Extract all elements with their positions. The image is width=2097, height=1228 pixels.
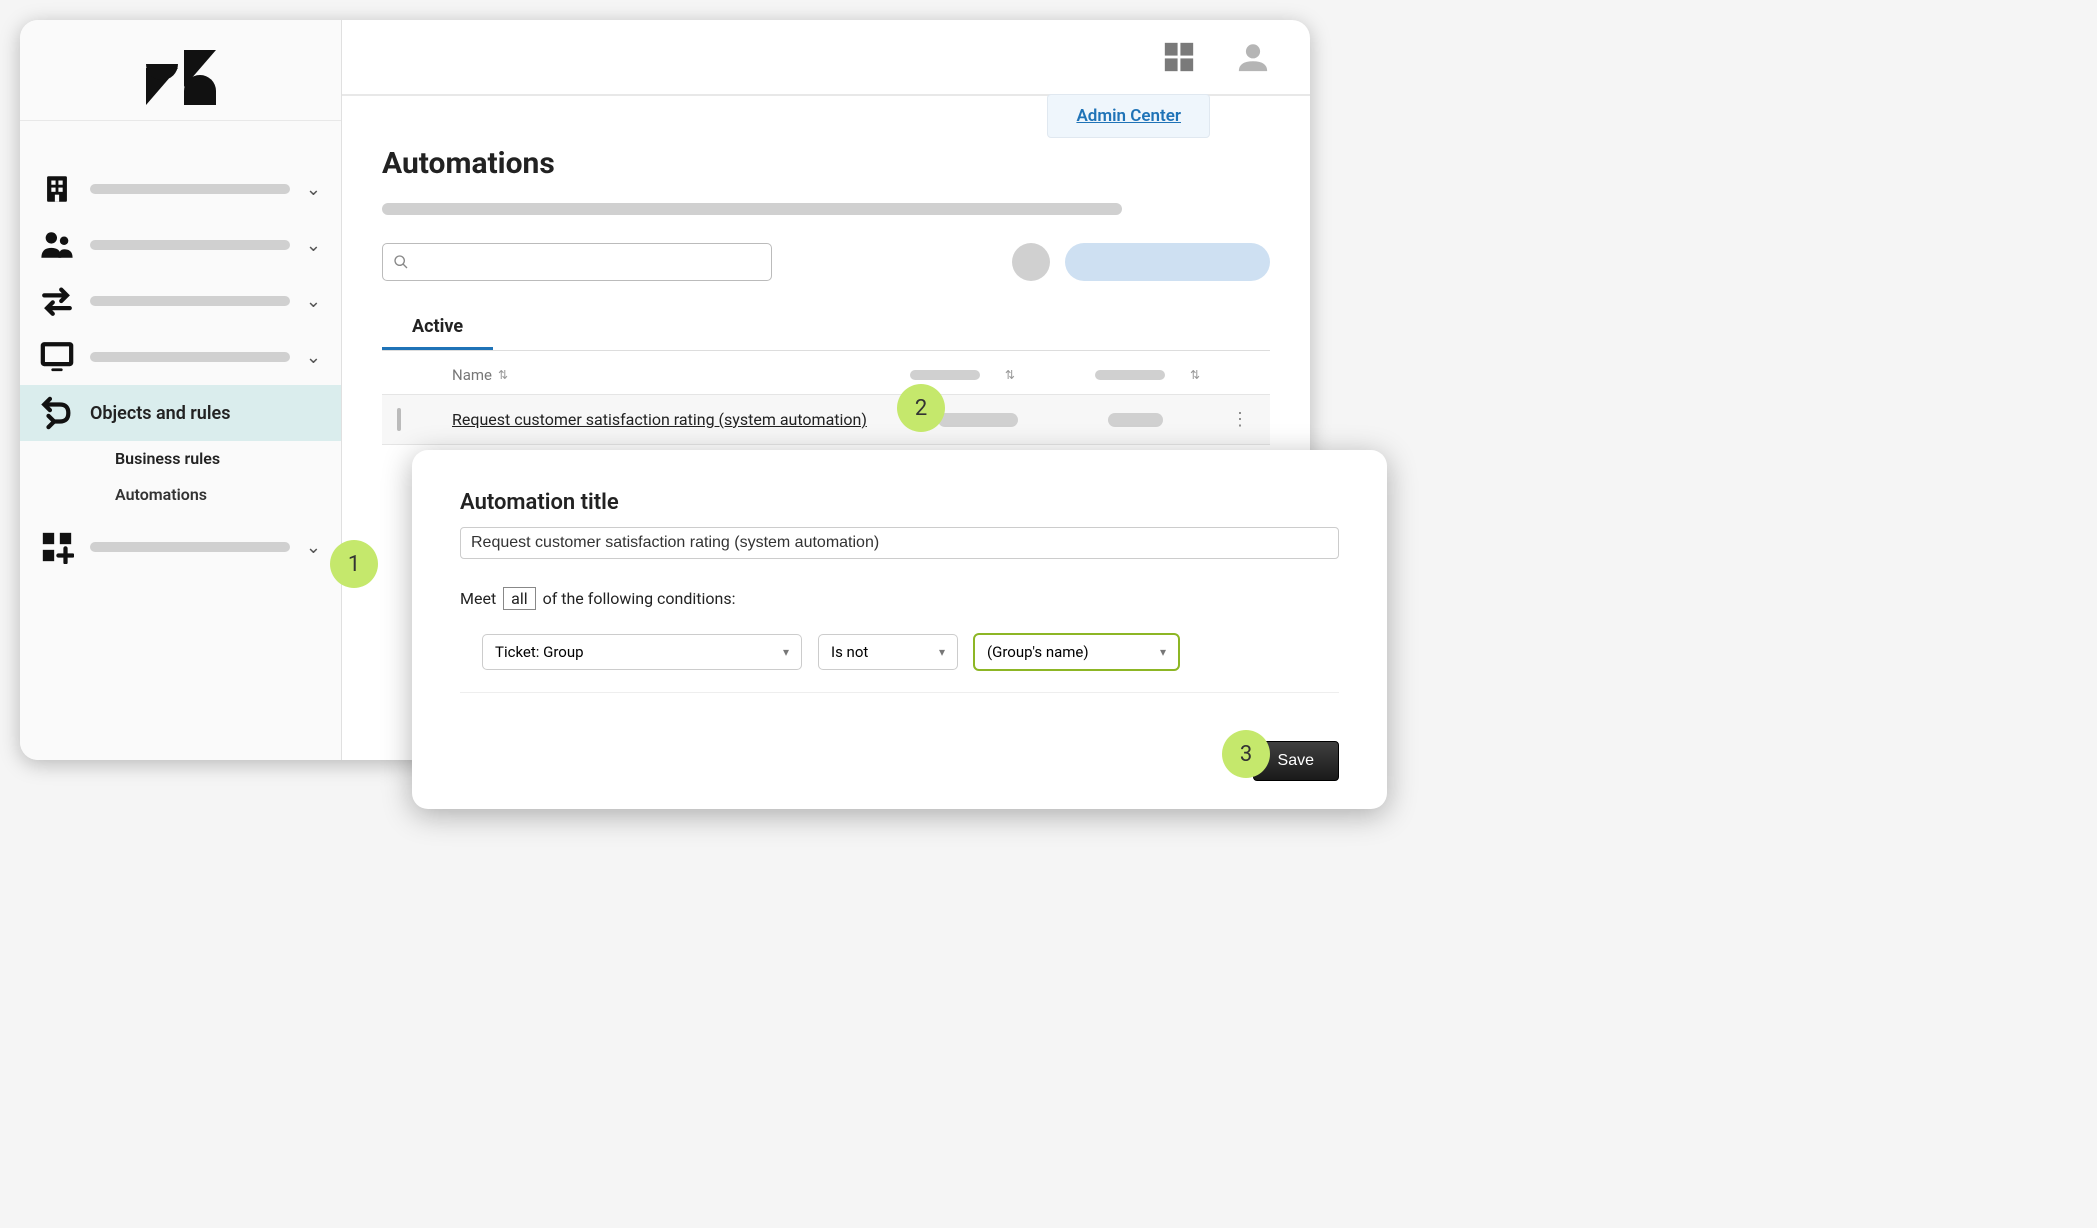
tabs: Active: [382, 306, 1270, 351]
sort-icon[interactable]: ⇅: [1005, 368, 1015, 382]
content: Automations Active: [342, 96, 1310, 445]
zendesk-logo-icon: [146, 50, 216, 105]
condition-mode-select[interactable]: all: [503, 587, 535, 610]
nav-section: ⌄ ⌄ ⌄ ⌄ Objects and rules B: [20, 121, 341, 575]
automations-table: Name ⇅ ⇅ ⇅ Request customer satisfaction…: [382, 356, 1270, 445]
automation-title-label: Automation title: [460, 490, 1339, 515]
grid-icon[interactable]: [1162, 40, 1196, 74]
nav-item-3[interactable]: ⌄: [20, 273, 341, 329]
row-checkbox[interactable]: [397, 408, 401, 431]
placeholder: [938, 413, 1018, 427]
table-row[interactable]: Request customer satisfaction rating (sy…: [382, 394, 1270, 445]
column-placeholder: [1095, 370, 1165, 380]
sort-icon: ⇅: [498, 368, 508, 382]
condition-row: Ticket: Group ▾ Is not ▾ (Group's name) …: [460, 634, 1339, 693]
callout-1: 1: [330, 540, 378, 588]
sub-nav: Business rules Automations: [20, 441, 341, 511]
chevron-down-icon: ▾: [783, 645, 789, 659]
nav-item-1[interactable]: ⌄: [20, 161, 341, 217]
sub-nav-automations[interactable]: Automations: [85, 478, 326, 511]
placeholder: [90, 184, 290, 194]
nav-item-objects-rules[interactable]: Objects and rules: [20, 385, 341, 441]
nav-label-objects-rules: Objects and rules: [90, 403, 321, 424]
column-placeholder: [910, 370, 980, 380]
monitor-icon: [40, 340, 74, 374]
nav-item-4[interactable]: ⌄: [20, 329, 341, 385]
callout-3: 3: [1222, 730, 1270, 778]
sidebar: ⌄ ⌄ ⌄ ⌄ Objects and rules B: [20, 20, 342, 760]
automation-detail-panel: Automation title Meet all of the followi…: [412, 450, 1387, 809]
nav-item-2[interactable]: ⌄: [20, 217, 341, 273]
chevron-down-icon: ▾: [1160, 645, 1166, 659]
placeholder: [90, 240, 290, 250]
condition-operator-select[interactable]: Is not ▾: [818, 634, 958, 670]
kebab-menu-icon[interactable]: ⋮: [1225, 409, 1255, 430]
placeholder: [90, 296, 290, 306]
search-input[interactable]: [382, 243, 772, 281]
description-placeholder: [382, 203, 1122, 215]
callout-2: 2: [897, 384, 945, 432]
column-name[interactable]: Name ⇅: [452, 366, 508, 384]
primary-button-placeholder[interactable]: [1065, 243, 1270, 281]
action-placeholder[interactable]: [1012, 243, 1050, 281]
placeholder: [90, 352, 290, 362]
people-icon: [40, 228, 74, 262]
sort-icon[interactable]: ⇅: [1190, 368, 1200, 382]
apps-add-icon: [40, 530, 74, 564]
user-icon[interactable]: [1236, 40, 1270, 74]
admin-center-breadcrumb[interactable]: Admin Center: [1047, 94, 1210, 138]
placeholder: [1108, 413, 1163, 427]
transfer-icon: [40, 284, 74, 318]
chevron-down-icon: ⌄: [306, 235, 321, 256]
condition-value-select[interactable]: (Group's name) ▾: [974, 634, 1179, 670]
tab-active[interactable]: Active: [382, 306, 493, 350]
conditions-label: Meet all of the following conditions:: [460, 587, 1339, 610]
condition-field-select[interactable]: Ticket: Group ▾: [482, 634, 802, 670]
building-icon: [40, 172, 74, 206]
table-header: Name ⇅ ⇅ ⇅: [382, 356, 1270, 394]
sub-nav-business-rules[interactable]: Business rules: [85, 441, 341, 476]
route-icon: [40, 396, 74, 430]
page-title: Automations: [382, 146, 1270, 181]
chevron-down-icon: ⌄: [306, 291, 321, 312]
logo-section: [20, 20, 341, 121]
header: [342, 20, 1310, 96]
chevron-down-icon: ⌄: [306, 347, 321, 368]
chevron-down-icon: ⌄: [306, 537, 321, 558]
placeholder: [90, 542, 290, 552]
automation-title-input[interactable]: [460, 527, 1339, 559]
automation-name-link[interactable]: Request customer satisfaction rating (sy…: [452, 410, 867, 429]
search-icon: [393, 254, 409, 270]
nav-item-6[interactable]: ⌄: [20, 519, 341, 575]
chevron-down-icon: ⌄: [306, 179, 321, 200]
chevron-down-icon: ▾: [939, 645, 945, 659]
